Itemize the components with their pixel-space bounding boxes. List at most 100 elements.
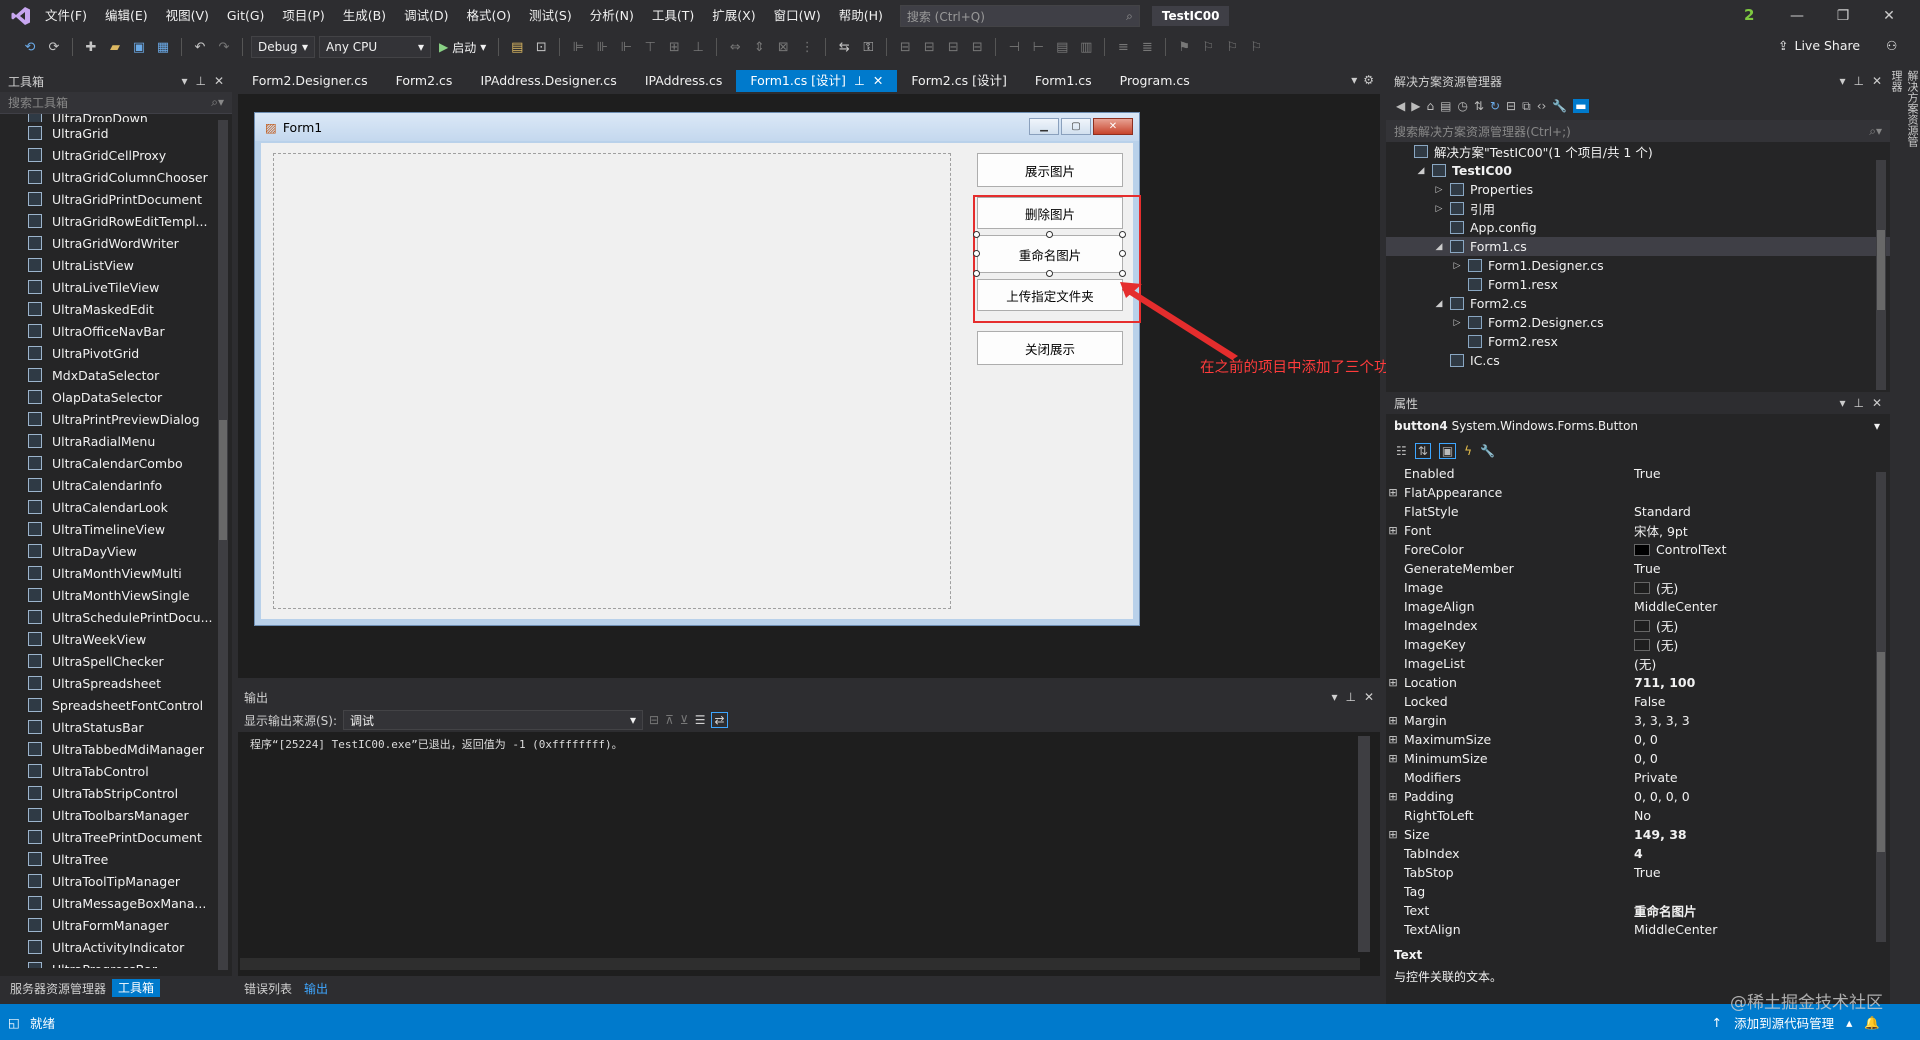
home-icon[interactable]: ⌂ — [1426, 99, 1434, 113]
expand-icon[interactable]: ⊞ — [1386, 524, 1400, 537]
align-middle-icon[interactable]: ⊞ — [664, 37, 684, 57]
toolbox-item[interactable]: UltraDayView — [0, 540, 216, 562]
menu-item[interactable]: 扩展(X) — [703, 0, 764, 32]
document-tab[interactable]: Form2.cs — [382, 70, 467, 92]
preview-icon[interactable]: ▬ — [1573, 99, 1589, 113]
output-source-select[interactable]: 调试 ▾ — [343, 710, 644, 730]
object-selector[interactable]: button4 System.Windows.Forms.Button ▾ — [1386, 414, 1890, 438]
toolbox-item[interactable]: UltraWeekView — [0, 628, 216, 650]
word-wrap-icon[interactable]: ⇄ — [711, 712, 728, 728]
property-row[interactable]: Text 重命名图片 — [1386, 901, 1890, 920]
prev-message-icon[interactable]: ⊼ — [665, 713, 674, 727]
menu-item[interactable]: 调试(D) — [395, 0, 457, 32]
pending-changes-icon[interactable]: ◷ — [1457, 99, 1467, 113]
document-tab[interactable]: Form1.cs — [1021, 70, 1106, 92]
menu-item[interactable]: 工具(T) — [643, 0, 703, 32]
property-row[interactable]: ⊞ FlatAppearance — [1386, 483, 1890, 502]
back-icon[interactable]: ⟲ — [20, 37, 40, 57]
dropdown-icon[interactable]: ▾ — [1839, 74, 1845, 88]
property-row[interactable]: TextAlign MiddleCenter — [1386, 920, 1890, 939]
grid-icon[interactable]: ⋮ — [797, 37, 817, 57]
resize-handle[interactable] — [1119, 231, 1126, 238]
toolbox-item[interactable]: UltraToolbarsManager — [0, 804, 216, 826]
toolbox-item[interactable]: UltraPrintPreviewDialog — [0, 408, 216, 430]
uncomment-icon[interactable]: ≣ — [1137, 37, 1157, 57]
expand-icon[interactable]: ⊞ — [1386, 714, 1400, 727]
show-all-files-icon[interactable]: ⧉ — [1522, 99, 1531, 114]
expand-icon[interactable]: ⊞ — [1386, 486, 1400, 499]
configuration-select[interactable]: Debug ▾ — [251, 36, 315, 58]
toolbox-item[interactable]: UltraSpellChecker — [0, 650, 216, 672]
platform-select[interactable]: Any CPU ▾ — [319, 36, 431, 58]
tab-server-explorer[interactable]: 服务器资源管理器 — [10, 980, 106, 997]
solution-scrollbar[interactable] — [1876, 160, 1886, 390]
property-row[interactable]: FlatStyle Standard — [1386, 502, 1890, 521]
property-row[interactable]: Image (无) — [1386, 578, 1890, 597]
tree-item[interactable]: Form2.resx — [1386, 332, 1890, 351]
folder-icon[interactable]: ▤ — [507, 37, 527, 57]
property-row[interactable]: ⊞ MaximumSize 0, 0 — [1386, 730, 1890, 749]
document-tab[interactable]: Program.cs — [1106, 70, 1204, 92]
expand-icon[interactable]: ⊞ — [1386, 828, 1400, 841]
form1-window[interactable]: ▨ Form1 ▁ ▢ ✕ 展示图片 删除图片 重命名图片 上传指定文件夹 关闭… — [254, 112, 1141, 626]
document-tab[interactable]: Form2.Designer.cs — [238, 70, 382, 92]
lock-controls-icon[interactable]: ⚿ — [858, 37, 878, 57]
property-value[interactable]: 0, 0 — [1628, 751, 1890, 766]
property-value[interactable]: 宋体, 9pt — [1628, 521, 1890, 540]
undo-icon[interactable]: ↶ — [190, 37, 210, 57]
forward-icon[interactable]: ▶ — [1411, 99, 1420, 113]
spacing-icon[interactable]: ⊟ — [943, 37, 963, 57]
bookmark-icon[interactable]: ⚑ — [1174, 37, 1194, 57]
pin-icon[interactable]: ⊥ — [1853, 74, 1863, 88]
next-message-icon[interactable]: ⊻ — [680, 713, 689, 727]
new-project-icon[interactable]: ✚ — [81, 37, 101, 57]
toolbox-item[interactable]: UltraGridColumnChooser — [0, 166, 216, 188]
property-row[interactable]: TabStop True — [1386, 863, 1890, 882]
property-value[interactable]: 4 — [1628, 846, 1890, 861]
property-row[interactable]: ⊞ Font 宋体, 9pt — [1386, 521, 1890, 540]
property-row[interactable]: Modifiers Private — [1386, 768, 1890, 787]
property-row[interactable]: ForeColor ControlText — [1386, 540, 1890, 559]
tab-toolbox[interactable]: 工具箱 — [112, 979, 161, 997]
view-code-icon[interactable]: ‹› — [1537, 99, 1547, 113]
document-tab[interactable]: Form2.cs [设计] — [897, 70, 1021, 92]
start-button[interactable]: ▶ 启动 ▾ — [435, 39, 490, 56]
scroll-thumb[interactable] — [1877, 652, 1885, 852]
resize-handle[interactable] — [973, 250, 980, 257]
menu-item[interactable]: 帮助(H) — [830, 0, 892, 32]
toolbox-item[interactable]: UltraOfficeNavBar — [0, 320, 216, 342]
property-value[interactable]: False — [1628, 694, 1890, 709]
events-icon[interactable]: ϟ — [1464, 444, 1472, 458]
pin-icon[interactable]: ⊥ — [854, 70, 865, 92]
open-folder-icon[interactable]: ▰ — [105, 37, 125, 57]
property-value[interactable]: 0, 0, 0, 0 — [1628, 789, 1890, 804]
resize-handle[interactable] — [973, 231, 980, 238]
dropdown-icon[interactable]: ▾ — [181, 74, 187, 88]
property-value[interactable]: True — [1628, 561, 1890, 576]
toolbox-item[interactable]: UltraDropDown — [0, 114, 216, 122]
resize-handle[interactable] — [1046, 270, 1053, 277]
side-strip-solution-explorer[interactable]: 解决方案资源管理器 — [1890, 70, 1920, 150]
toolbox-item[interactable]: UltraTree — [0, 848, 216, 870]
property-value[interactable]: Standard — [1628, 504, 1890, 519]
toolbox-item[interactable]: SpreadsheetFontControl — [0, 694, 216, 716]
tree-item[interactable]: ◢ Form2.cs — [1386, 294, 1890, 313]
property-row[interactable]: TabIndex 4 — [1386, 844, 1890, 863]
gear-icon[interactable]: ⚙ — [1363, 73, 1374, 87]
center-horizontal-icon[interactable]: ⊣ — [1004, 37, 1024, 57]
toolbox-item[interactable]: UltraGrid — [0, 122, 216, 144]
close-icon[interactable]: ✕ — [873, 70, 883, 92]
tree-item[interactable]: ▷ Form2.Designer.cs — [1386, 313, 1890, 332]
toolbox-item[interactable]: UltraActivityIndicator — [0, 936, 216, 958]
properties-view-icon[interactable]: ▣ — [1438, 443, 1457, 459]
toolbox-item[interactable]: UltraProgressBar — [0, 958, 216, 968]
tree-item[interactable]: App.config — [1386, 218, 1890, 237]
toolbox-scrollbar[interactable] — [218, 120, 228, 970]
property-value[interactable]: (无) — [1628, 635, 1890, 654]
menu-item[interactable]: 视图(V) — [157, 0, 218, 32]
toolbox-item[interactable]: OlapDataSelector — [0, 386, 216, 408]
categorized-icon[interactable]: ☷ — [1396, 444, 1407, 458]
spacing-icon[interactable]: ⊟ — [967, 37, 987, 57]
property-value[interactable]: 重命名图片 — [1628, 901, 1890, 920]
expand-icon[interactable]: ⊞ — [1386, 676, 1400, 689]
